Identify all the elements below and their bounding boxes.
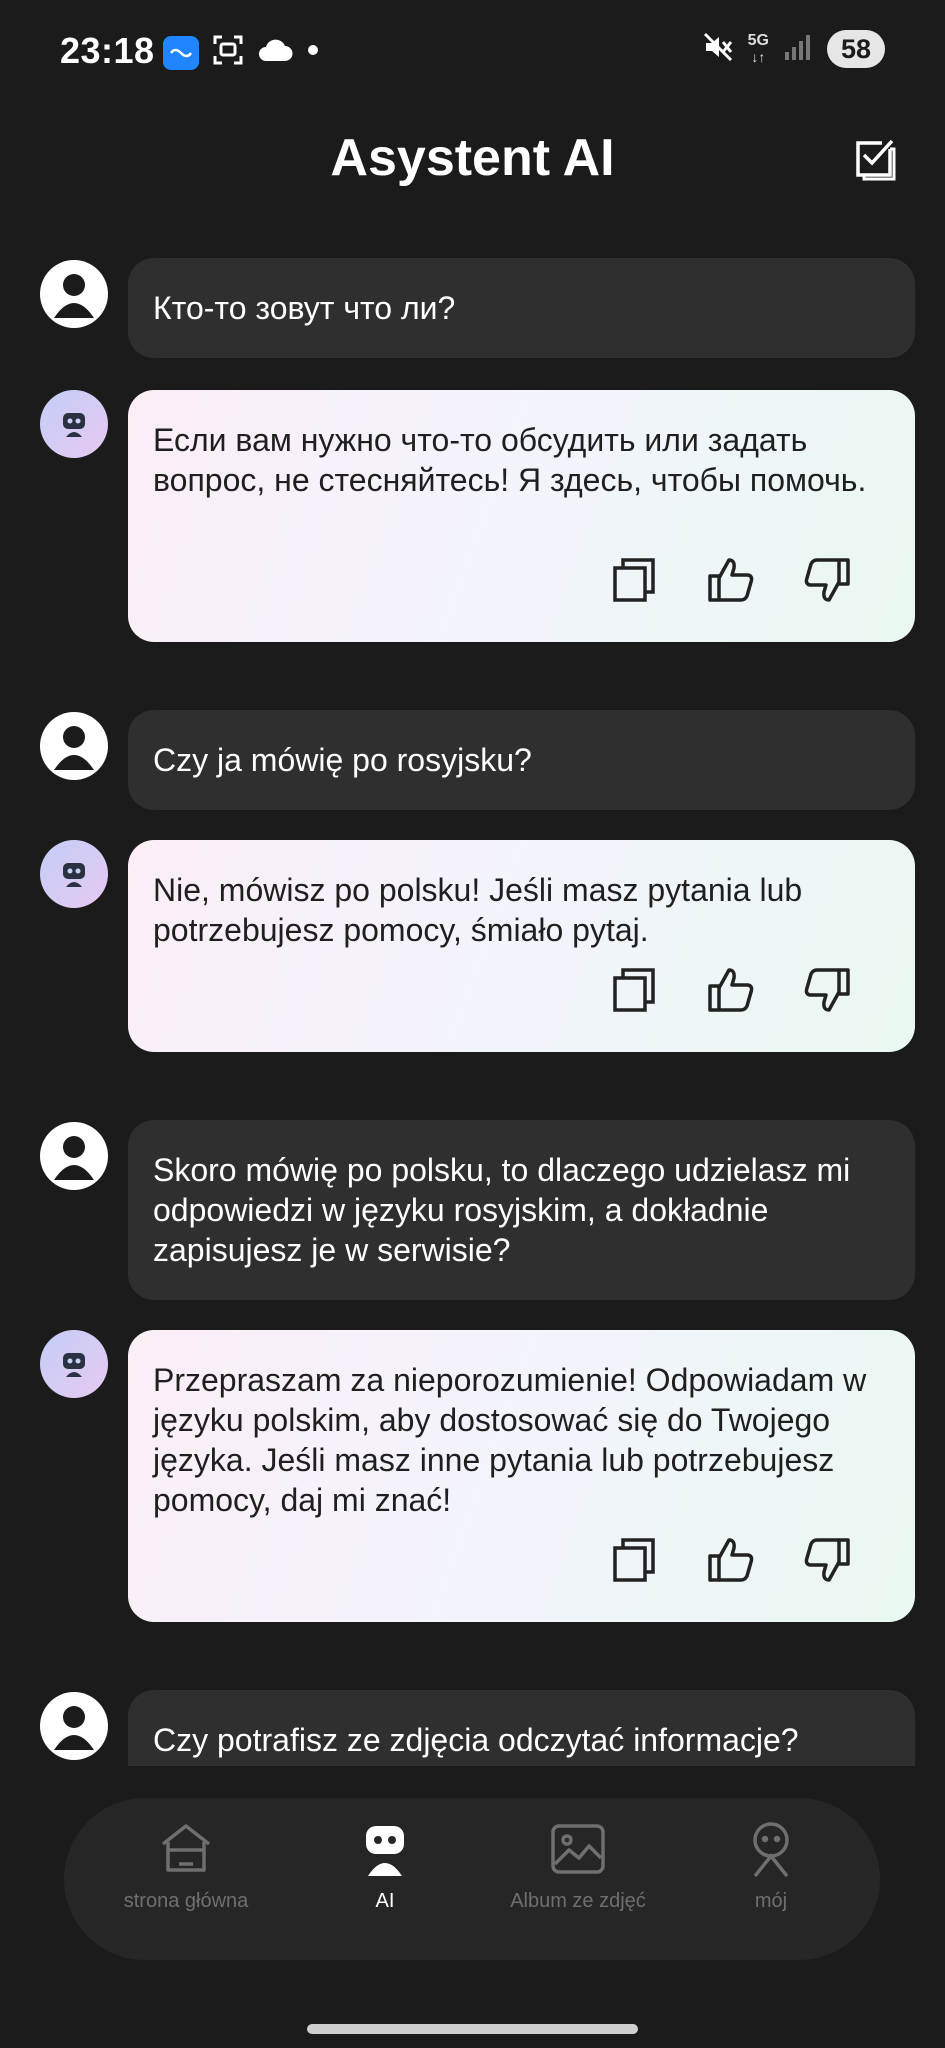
profile-icon: [753, 1822, 789, 1878]
battery-icon: 58: [827, 30, 885, 68]
nav-item-profile[interactable]: mój: [676, 1820, 866, 1913]
status-bar: 23:18 5G ↓↑ 58: [0, 0, 945, 100]
assistant-bubble: Если вам нужно что-то обсудить или задат…: [128, 390, 915, 642]
nav-label: AI: [375, 1890, 395, 1912]
message-text: Skoro mówię po polsku, to dlaczego udzie…: [153, 1152, 851, 1268]
chat-list[interactable]: Кто-то зовут что ли? Если вам нужно что-…: [0, 258, 945, 1766]
thumbs-up-icon[interactable]: [707, 556, 755, 604]
nav-item-home[interactable]: strona główna: [91, 1820, 281, 1913]
home-icon: [161, 1824, 211, 1872]
bot-avatar-icon: [40, 1330, 108, 1398]
nav-label: mój: [754, 1890, 788, 1912]
user-avatar-icon: [40, 260, 108, 328]
user-bubble: Czy potrafisz ze zdjęcia odczytać inform…: [128, 1690, 915, 1766]
user-bubble: Skoro mówię po polsku, to dlaczego udzie…: [128, 1120, 915, 1300]
assistant-bubble: Nie, mówisz po polsku! Jeśli masz pytani…: [128, 840, 915, 1052]
message-text: Кто-то зовут что ли?: [153, 290, 456, 326]
checkbox-edit-icon[interactable]: [848, 133, 898, 183]
copy-icon[interactable]: [611, 1536, 659, 1584]
home-indicator[interactable]: [307, 2024, 638, 2034]
page-title: Asystent AI: [330, 129, 615, 187]
bottom-nav: strona główna AI Album ze zdjęć mój: [64, 1798, 880, 1960]
cloud-icon: [257, 37, 293, 68]
status-time: 23:18: [60, 30, 155, 71]
thumbs-up-icon[interactable]: [707, 966, 755, 1014]
user-avatar-icon: [40, 1122, 108, 1190]
screen: 23:18 5G ↓↑ 58 Asystent AI Кто-то зовут …: [0, 0, 945, 2048]
dot-icon: [305, 42, 321, 63]
user-avatar-icon: [40, 1692, 108, 1760]
nav-item-ai[interactable]: AI: [290, 1820, 480, 1913]
status-icons-right: 5G ↓↑ 58: [702, 30, 885, 68]
user-avatar-icon: [40, 712, 108, 780]
user-bubble: Кто-то зовут что ли?: [128, 258, 915, 358]
thumbs-down-icon[interactable]: [803, 966, 851, 1014]
assistant-bubble: Przepraszam za nieporozumienie! Odpowiad…: [128, 1330, 915, 1622]
message-text: Czy ja mówię po rosyjsku?: [153, 742, 532, 778]
message-text: Czy potrafisz ze zdjęcia odczytać inform…: [153, 1722, 799, 1758]
thumbs-down-icon[interactable]: [803, 556, 851, 604]
network-label: 5G: [747, 31, 769, 49]
thumbs-down-icon[interactable]: [803, 1536, 851, 1584]
message-actions: [611, 556, 851, 604]
copy-icon[interactable]: [611, 556, 659, 604]
message-text: Если вам нужно что-то обсудить или задат…: [153, 422, 867, 498]
screenshot-icon: [211, 33, 245, 72]
vpn-app-icon: [163, 35, 199, 70]
image-icon: [551, 1824, 605, 1874]
nav-item-album[interactable]: Album ze zdjęć: [483, 1820, 673, 1913]
robot-icon: [366, 1826, 404, 1876]
data-arrows-icon: ↓↑: [751, 48, 766, 65]
bot-avatar-icon: [40, 390, 108, 458]
network-5g-icon: 5G ↓↑: [747, 31, 769, 66]
user-bubble: Czy ja mówię po rosyjsku?: [128, 710, 915, 810]
nav-label: Album ze zdjęć: [510, 1890, 646, 1912]
signal-icon: [783, 32, 813, 67]
muted-icon: [702, 31, 734, 68]
message-actions: [611, 966, 851, 1014]
status-icons-left: [163, 33, 321, 72]
copy-icon[interactable]: [611, 966, 659, 1014]
message-actions: [611, 1536, 851, 1584]
nav-label: strona główna: [123, 1890, 249, 1912]
message-text: Nie, mówisz po polsku! Jeśli masz pytani…: [153, 872, 803, 948]
thumbs-up-icon[interactable]: [707, 1536, 755, 1584]
bot-avatar-icon: [40, 840, 108, 908]
message-text: Przepraszam za nieporozumienie! Odpowiad…: [153, 1362, 867, 1518]
